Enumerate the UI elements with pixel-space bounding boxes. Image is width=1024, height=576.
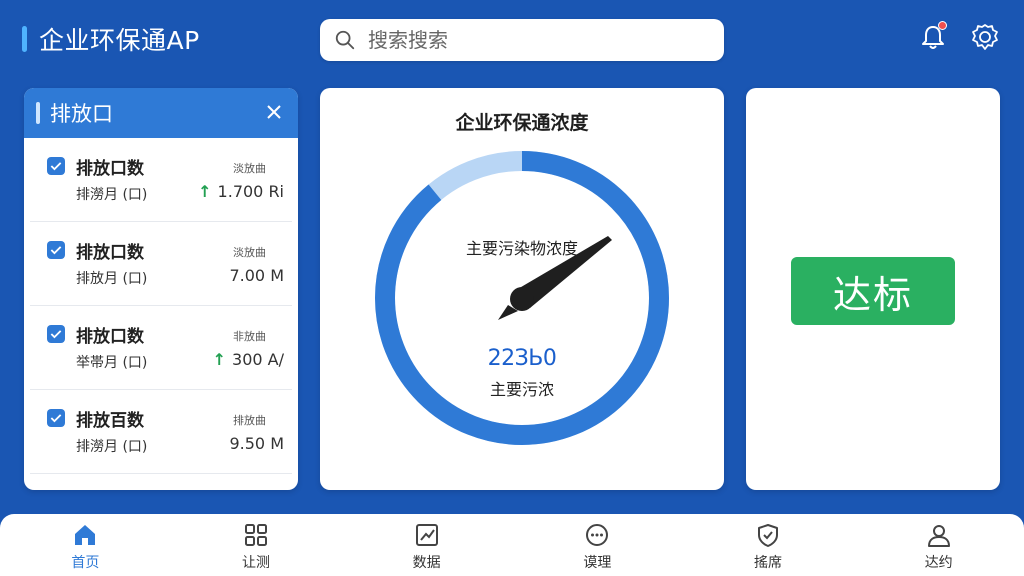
item-checkbox[interactable] [47, 241, 65, 259]
item-tag: 排放曲 [233, 414, 266, 427]
nav-item-profile[interactable]: 达约 [853, 514, 1024, 576]
item-subtitle: 排澇月 (口) [76, 439, 148, 455]
item-subtitle: 排澇月 (口) [76, 187, 148, 203]
concentration-gauge-card: 企业环保通浓度 主要污染物浓度 22ЗЬ0 主要污浓 [320, 88, 724, 490]
gauge-pivot [510, 287, 534, 311]
item-checkbox[interactable] [47, 409, 65, 427]
nav-label: 数据 [412, 555, 441, 571]
item-value: 300 A/ [232, 350, 284, 369]
item-subtitle: 举帯月 (口) [76, 355, 148, 371]
nav-item-monitor[interactable]: 让测 [171, 514, 342, 576]
check-icon [50, 162, 62, 171]
compliance-status-card: 达标 [746, 88, 1000, 490]
close-icon[interactable] [264, 102, 284, 122]
notification-button[interactable] [918, 21, 948, 52]
notification-badge [938, 21, 947, 30]
nav-item-verify[interactable]: 搖席 [683, 514, 854, 576]
shield-check-icon [758, 524, 779, 547]
nav-label: 搖席 [754, 555, 783, 571]
item-title: 排放口数 [76, 159, 144, 179]
search-input[interactable] [368, 28, 688, 52]
title-accent-bar [22, 26, 27, 52]
gauge-dial [375, 151, 669, 445]
app-title: 企业环保通AP [22, 22, 200, 56]
grid-icon [245, 524, 267, 546]
compliance-status-badge: 达标 [791, 257, 955, 325]
nav-label: 让测 [242, 555, 270, 571]
list-item[interactable]: 排放口数 举帯月 (口) 非放曲 ↑ 300 A/ [30, 306, 292, 390]
list-item[interactable]: 排放百数 排澇月 (口) 排放曲 9.50 M [30, 390, 292, 474]
item-checkbox[interactable] [47, 157, 65, 175]
item-title: 排放口数 [76, 327, 144, 347]
item-value-wrap: 7.00 M [229, 266, 284, 285]
check-icon [50, 246, 62, 255]
list-item[interactable]: 排放口数 排澇月 (口) 淡放曲 ↑ 1.700 Ri [30, 138, 292, 222]
list-item[interactable]: 排放口数 排放月 (口) 淡放曲 7.00 M [30, 222, 292, 306]
nav-item-manage[interactable]: 谟理 [512, 514, 683, 576]
item-value-wrap: ↑ 1.700 Ri [198, 182, 284, 201]
gauge-label: 主要污染物浓度 [465, 239, 578, 258]
item-value: 9.50 M [229, 434, 284, 453]
check-icon [50, 330, 62, 339]
trend-up-icon: ↑ [198, 182, 212, 201]
nav-label: 达约 [924, 555, 953, 571]
item-tag: 非放曲 [233, 330, 266, 343]
check-icon [50, 414, 62, 423]
item-checkbox[interactable] [47, 325, 65, 343]
nav-item-home[interactable]: 首页 [0, 514, 171, 576]
home-icon [75, 525, 96, 545]
discharge-outlet-panel: 排放口 排放口数 排澇月 (口) 淡放曲 ↑ 1.700 Ri 排放口数 排放月… [24, 88, 298, 490]
nav-label: 谟理 [583, 555, 612, 571]
item-value: 1.700 Ri [217, 182, 284, 201]
chart-icon [415, 524, 438, 546]
panel-title: 排放口 [50, 102, 113, 126]
search-icon [335, 30, 355, 50]
panel-header: 排放口 [24, 88, 298, 138]
bottom-navigation: 首页 让测 数据 谟理 搖席 达约 [0, 514, 1024, 576]
settings-button[interactable] [970, 22, 1000, 52]
search-box[interactable] [320, 19, 724, 61]
gauge-value: 22ЗЬ0 [487, 346, 557, 371]
gear-icon [972, 24, 998, 50]
item-value: 7.00 M [229, 266, 284, 285]
item-subtitle: 排放月 (口) [76, 271, 148, 287]
app-title-text: 企业环保通AP [39, 26, 200, 55]
item-value-wrap: ↑ 300 A/ [213, 350, 284, 369]
item-title: 排放百数 [76, 411, 144, 431]
nav-item-data[interactable]: 数据 [341, 514, 512, 576]
item-tag: 淡放曲 [233, 162, 266, 175]
item-tag: 淡放曲 [233, 246, 266, 259]
gauge-unit: 主要污浓 [489, 380, 554, 399]
panel-header-accent [36, 102, 40, 124]
user-icon [927, 525, 950, 547]
chat-icon [586, 524, 609, 546]
item-title: 排放口数 [76, 243, 144, 263]
item-value-wrap: 9.50 M [229, 434, 284, 453]
trend-up-icon: ↑ [212, 350, 227, 369]
nav-label: 首页 [71, 555, 100, 571]
